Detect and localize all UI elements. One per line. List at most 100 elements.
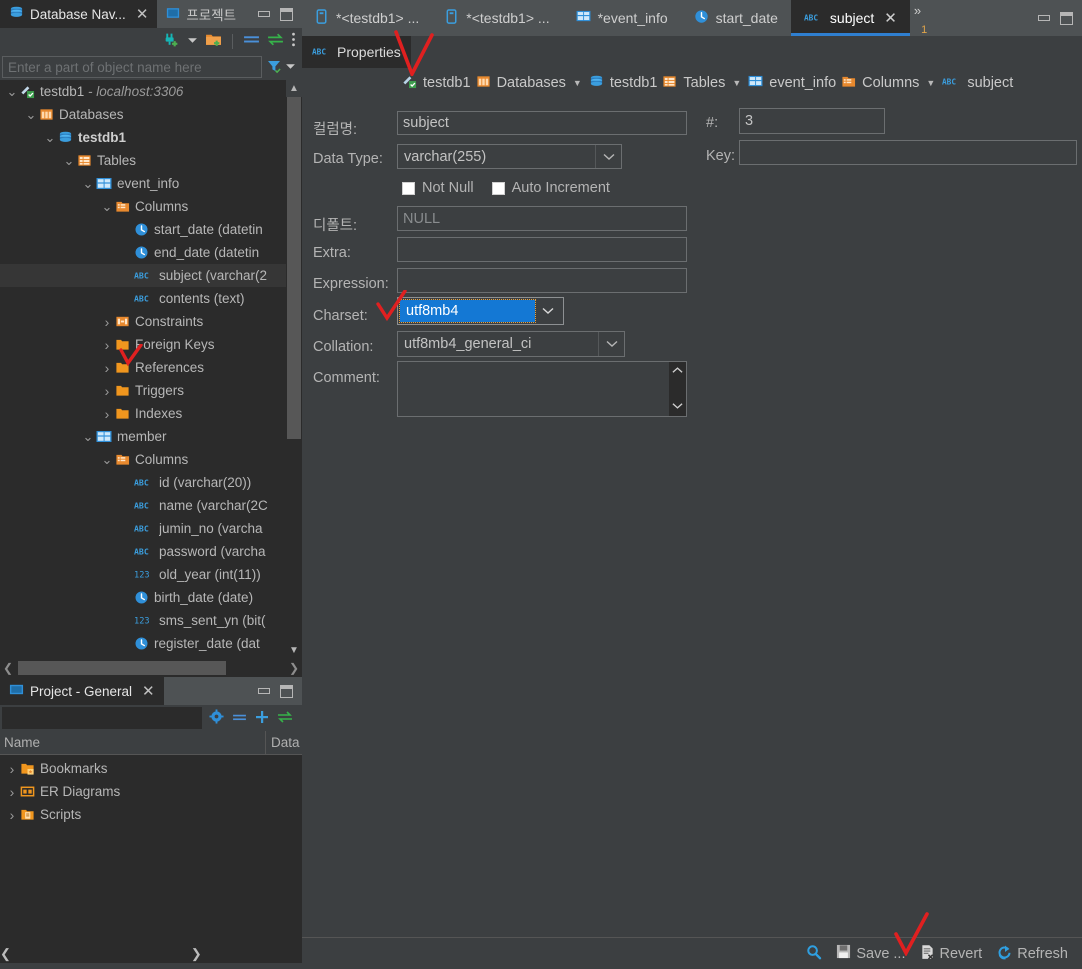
- maximize-icon[interactable]: [280, 684, 293, 698]
- project-tree-row[interactable]: › Scripts: [0, 803, 302, 826]
- chevron-down-icon[interactable]: ▼: [571, 78, 584, 88]
- column-name-input[interactable]: [397, 111, 687, 135]
- scroll-left-icon[interactable]: ❮: [0, 946, 11, 962]
- tree-vertical-scrollbar[interactable]: ▲ ▼: [286, 80, 302, 659]
- comment-scrollbar[interactable]: [669, 362, 686, 416]
- breadcrumb-item-databases[interactable]: Databases: [476, 74, 566, 93]
- database-tree[interactable]: ⌄ testdb1 - localhost:3306 ⌄ Databases ⌄ t…: [0, 80, 302, 659]
- tree-row[interactable]: ABC jumin_no (varcha: [0, 517, 302, 540]
- chevron-down-icon[interactable]: ▼: [924, 78, 937, 88]
- project-tree-row[interactable]: › Bookmarks: [0, 757, 302, 780]
- scroll-up-icon[interactable]: ▲: [286, 80, 302, 97]
- breadcrumb-item-tables[interactable]: Tables: [662, 74, 725, 93]
- chevron-down-icon[interactable]: [187, 34, 198, 49]
- tree-row[interactable]: ABC contents (text): [0, 287, 302, 310]
- add-icon[interactable]: [255, 710, 269, 727]
- revert-button[interactable]: Revert: [916, 944, 987, 964]
- breadcrumb-item-schema[interactable]: testdb1: [589, 74, 657, 93]
- tree-row[interactable]: ⌄ testdb1: [0, 126, 302, 149]
- scroll-down-icon[interactable]: ▼: [286, 642, 302, 659]
- tree-row[interactable]: 123 sms_sent_yn (bit(: [0, 609, 302, 632]
- funnel-icon[interactable]: [266, 58, 282, 77]
- tree-row[interactable]: › Triggers: [0, 379, 302, 402]
- sync-icon[interactable]: [277, 710, 293, 726]
- chevron-right-icon[interactable]: ›: [4, 762, 20, 776]
- minimize-icon[interactable]: [258, 11, 270, 17]
- chevron-down-icon[interactable]: [595, 145, 621, 168]
- not-null-checkbox[interactable]: [402, 181, 415, 195]
- tree-row[interactable]: › References: [0, 356, 302, 379]
- tree-row[interactable]: ⌄ member: [0, 425, 302, 448]
- tab-project-general[interactable]: Project - General ✕: [0, 677, 164, 705]
- tree-row[interactable]: › Constraints: [0, 310, 302, 333]
- tab-event-info[interactable]: *event_info: [563, 0, 681, 36]
- minimize-icon[interactable]: [1038, 15, 1050, 21]
- default-input[interactable]: [397, 206, 687, 231]
- project-tree-row[interactable]: › ER Diagrams: [0, 780, 302, 803]
- tab-database-navigator[interactable]: Database Nav... ✕: [0, 0, 158, 28]
- project-tree[interactable]: › Bookmarks › ER Diagrams › Scripts: [0, 755, 302, 945]
- chevron-down-icon[interactable]: [285, 60, 296, 75]
- sync-icon[interactable]: [267, 33, 284, 49]
- chevron-down-icon[interactable]: ⌄: [4, 85, 20, 98]
- chevron-right-icon[interactable]: ›: [99, 315, 115, 329]
- chevron-right-icon[interactable]: ›: [4, 808, 20, 822]
- tree-row[interactable]: ⌄ Columns: [0, 448, 302, 471]
- collation-combo[interactable]: utf8mb4_general_ci: [397, 331, 625, 357]
- tab-sql-editor-1[interactable]: *<testdb1> ...: [302, 0, 432, 36]
- tree-row[interactable]: ⌄ event_info: [0, 172, 302, 195]
- maximize-icon[interactable]: [1060, 11, 1073, 25]
- object-filter-input[interactable]: [2, 56, 262, 78]
- extra-input[interactable]: [397, 237, 687, 262]
- new-connection-icon[interactable]: [163, 31, 180, 51]
- chevron-down-icon[interactable]: ▼: [730, 78, 743, 88]
- close-icon[interactable]: ✕: [136, 7, 149, 22]
- tab-overflow-button[interactable]: » 1: [910, 0, 933, 36]
- key-input[interactable]: [739, 140, 1077, 165]
- breadcrumb-item-table[interactable]: event_info: [748, 75, 836, 92]
- scroll-right-icon[interactable]: ❯: [191, 946, 202, 962]
- breadcrumb-item-connection[interactable]: testdb1: [402, 74, 471, 93]
- scroll-down-icon[interactable]: [672, 401, 683, 413]
- open-folder-icon[interactable]: [205, 31, 222, 51]
- subtab-properties[interactable]: ABC Properties: [302, 36, 411, 68]
- charset-combo[interactable]: utf8mb4: [397, 297, 564, 325]
- search-button[interactable]: [802, 944, 826, 964]
- tree-row[interactable]: ⌄ testdb1 - localhost:3306: [0, 80, 302, 103]
- tab-sql-editor-2[interactable]: *<testdb1> ...: [432, 0, 562, 36]
- chevron-down-icon[interactable]: ⌄: [23, 108, 39, 121]
- more-vertical-icon[interactable]: [291, 31, 296, 51]
- scroll-left-icon[interactable]: ❮: [0, 659, 16, 677]
- chevron-down-icon[interactable]: ⌄: [80, 177, 96, 190]
- tree-row[interactable]: › Foreign Keys: [0, 333, 302, 356]
- gear-icon[interactable]: [209, 709, 224, 727]
- chevron-down-icon[interactable]: [535, 300, 561, 322]
- close-icon[interactable]: ✕: [142, 684, 155, 699]
- tree-row[interactable]: birth_date (date): [0, 586, 302, 609]
- breadcrumb-item-column[interactable]: ABC subject: [942, 75, 1013, 91]
- tree-row[interactable]: ABC id (varchar(20)): [0, 471, 302, 494]
- chevron-right-icon[interactable]: ›: [99, 338, 115, 352]
- project-horizontal-scrollbar[interactable]: ❮ ❯: [0, 945, 302, 963]
- tree-row[interactable]: ⌄ Databases: [0, 103, 302, 126]
- tree-row[interactable]: ⌄ Tables: [0, 149, 302, 172]
- chevron-down-icon[interactable]: ⌄: [80, 430, 96, 443]
- tree-row[interactable]: › Indexes: [0, 402, 302, 425]
- tree-horizontal-scrollbar[interactable]: ❮ ❯: [0, 659, 302, 677]
- comment-textarea-box[interactable]: [397, 361, 687, 417]
- column-header-name[interactable]: Name: [0, 735, 265, 750]
- tree-row[interactable]: end_date (datetin: [0, 241, 302, 264]
- number-input[interactable]: [739, 108, 885, 134]
- chevron-down-icon[interactable]: ⌄: [99, 453, 115, 466]
- collapse-all-icon[interactable]: [232, 711, 247, 726]
- data-type-combo[interactable]: varchar(255): [397, 144, 622, 169]
- scroll-right-icon[interactable]: ❯: [286, 659, 302, 677]
- minimize-icon[interactable]: [258, 688, 270, 694]
- chevron-right-icon[interactable]: ›: [4, 785, 20, 799]
- close-icon[interactable]: ✕: [884, 9, 897, 27]
- chevron-down-icon[interactable]: [598, 332, 624, 356]
- tab-subject[interactable]: ABC subject ✕: [790, 0, 910, 36]
- tree-row[interactable]: register_date (dat: [0, 632, 302, 655]
- tree-row[interactable]: start_date (datetin: [0, 218, 302, 241]
- auto-increment-checkbox[interactable]: [491, 181, 505, 195]
